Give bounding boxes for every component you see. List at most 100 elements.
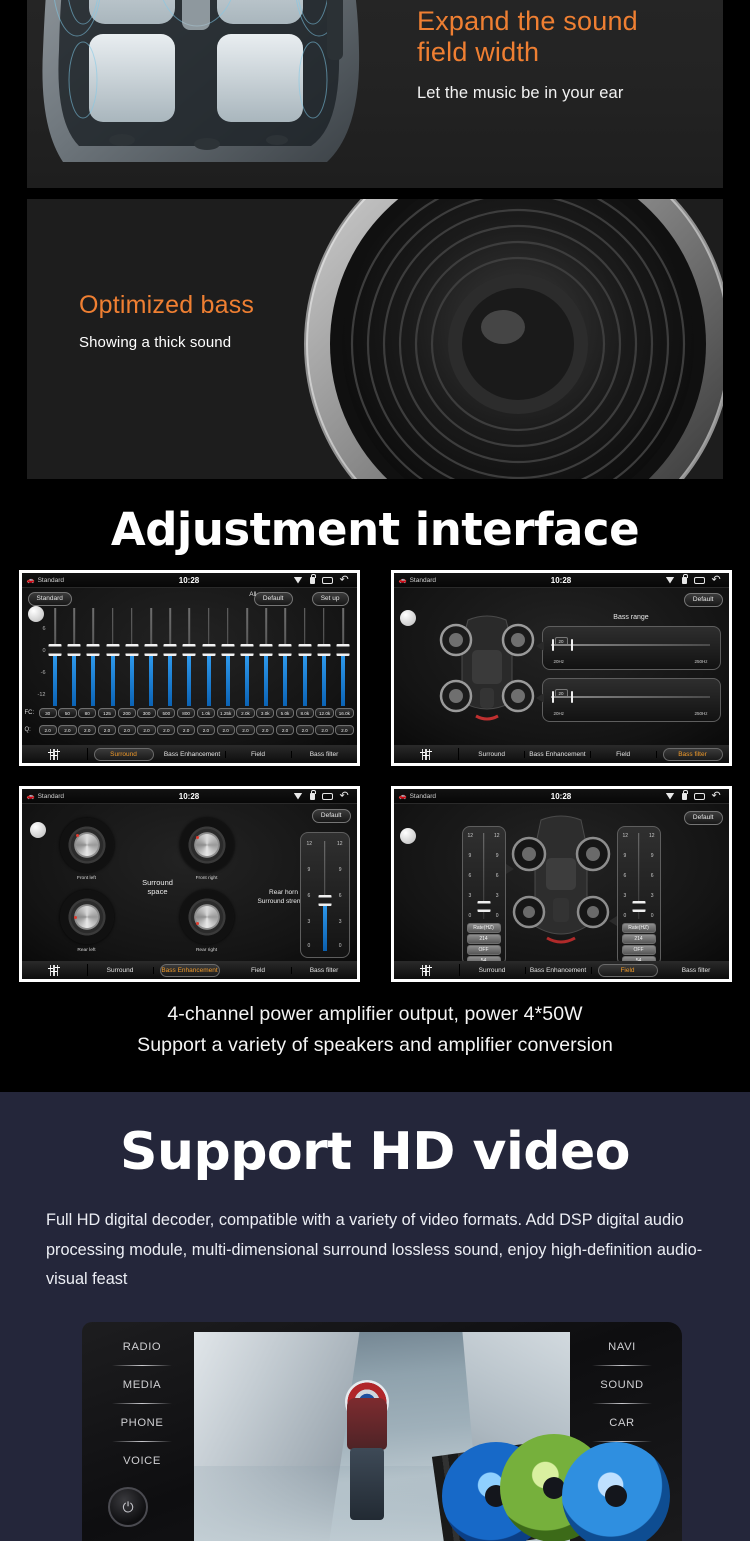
fc-value[interactable]: 125 [97,708,117,718]
q-value[interactable]: 2.0 [256,725,275,735]
button-sound[interactable]: SOUND [576,1366,668,1404]
fc-value[interactable]: 8.0k [295,708,314,718]
slider-handle-min[interactable] [551,639,554,651]
rotary-knob-indicator[interactable] [399,610,416,626]
tab-surround[interactable]: Surround [93,747,154,761]
slider-handle[interactable] [632,901,645,912]
fc-value[interactable]: 5.0k [275,708,295,718]
default-button[interactable]: Default [311,809,351,823]
fc-value-row[interactable]: 30 50 80 125 200 300 500 800 1.0k 1.25k … [38,708,354,718]
tab-equalizer[interactable] [394,748,460,760]
tab-equalizer[interactable] [394,964,460,976]
rotary-knob-indicator[interactable] [399,828,416,844]
fc-value[interactable]: 800 [176,708,196,718]
eq-band-slider[interactable] [314,608,333,706]
tab-bass-filter[interactable]: Bass filter [664,967,729,974]
q-value[interactable]: 2.0 [315,725,334,735]
filter-off-value[interactable]: OFF [621,945,656,955]
tab-surround[interactable]: Surround [460,966,526,974]
q-value[interactable]: 2.0 [137,725,156,735]
rate-value[interactable]: 214 [466,934,501,944]
rate-value[interactable]: 214 [621,934,656,944]
tab-field[interactable]: Field [591,750,657,758]
bottom-tab-bar[interactable]: Surround Bass Enhancement Field Bass fil… [21,745,357,763]
eq-band-slider[interactable] [84,608,103,706]
tab-bass-enhancement[interactable]: Bass Enhancement [525,750,591,758]
filter-off-value[interactable]: OFF [466,945,501,955]
button-navi[interactable]: NAVI [576,1328,668,1366]
setup-button[interactable]: Set up [311,592,349,606]
field-slider-left[interactable]: 12 12 9 9 6 6 3 3 0 0 Rate(HZ) 214 OFF [461,826,506,966]
bottom-tab-bar[interactable]: Surround Bass Enhancement Field Bass fil… [393,961,729,979]
fc-value[interactable]: 2.0k [236,708,255,718]
fc-value[interactable]: 200 [117,708,136,718]
bottom-tab-bar[interactable]: Surround Bass Enhancement Field Bass fil… [393,745,729,763]
q-value[interactable]: 2.0 [236,725,255,735]
fc-value[interactable]: 3.0k [256,708,275,718]
button-phone[interactable]: PHONE [96,1404,188,1442]
fc-value[interactable]: 300 [137,708,156,718]
back-arrow-icon[interactable]: ↶ [712,791,724,802]
fc-value[interactable]: 80 [78,708,97,718]
recent-apps-icon[interactable] [693,792,705,800]
eq-band-slider[interactable] [276,608,295,706]
q-value[interactable]: 2.0 [157,725,176,735]
rotary-knob-indicator[interactable] [29,822,46,838]
eq-band-slider[interactable] [65,608,84,706]
preset-standard-button[interactable]: Standard [27,592,72,606]
q-value-row[interactable]: 2.0 2.0 2.0 2.0 2.0 2.0 2.0 2.0 2.0 2.0 … [38,725,354,735]
q-value[interactable]: 2.0 [117,725,136,735]
knob-front-left[interactable] [59,818,114,872]
q-value[interactable]: 2.0 [58,725,77,735]
power-knob-button[interactable]: ⏻ [108,1487,148,1527]
slider-track[interactable] [550,696,710,698]
eq-band-slider[interactable] [161,608,180,706]
eq-band-slider[interactable] [141,608,160,706]
eq-band-slider[interactable] [257,608,276,706]
fc-value[interactable]: 12.0k [315,708,334,718]
eq-band-slider[interactable] [237,608,256,706]
tab-bass-filter[interactable]: Bass filter [292,967,357,974]
q-value[interactable]: 2.0 [275,725,295,735]
back-arrow-icon[interactable]: ↶ [340,791,352,802]
surround-strength-slider[interactable]: 12 12 9 9 6 6 3 3 0 0 [299,832,350,958]
tab-bass-filter[interactable]: Bass filter [292,751,357,758]
slider-handle-min[interactable] [551,691,554,703]
eq-band-slider[interactable] [199,608,218,706]
q-value[interactable]: 2.0 [176,725,196,735]
default-button[interactable]: Default [683,593,723,607]
field-slider-right[interactable]: 12 12 9 9 6 6 3 3 0 0 Rate(HZ) 214 OFF [616,826,661,966]
q-value[interactable]: 2.0 [196,725,216,735]
fc-value[interactable]: 16.0k [335,708,354,718]
slider-track[interactable] [550,644,710,646]
tab-bass-enhancement[interactable]: Bass Enhancement [159,963,220,977]
recent-apps-icon[interactable] [693,576,705,584]
tab-equalizer[interactable] [22,748,88,760]
knob-rear-left[interactable] [59,890,114,944]
button-radio[interactable]: RADIO [96,1328,188,1366]
fc-value[interactable]: 50 [58,708,77,718]
equalizer-band-sliders[interactable] [46,608,353,706]
eq-band-slider[interactable] [46,608,65,706]
fc-value[interactable]: 500 [157,708,176,718]
tab-surround[interactable]: Surround [459,750,525,758]
fc-value[interactable]: 30 [38,708,57,718]
q-value[interactable]: 2.0 [97,725,117,735]
tab-equalizer[interactable] [22,964,88,976]
tab-surround[interactable]: Surround [88,966,154,974]
q-value[interactable]: 2.0 [216,725,235,735]
button-voice[interactable]: VOICE [96,1442,188,1480]
tab-field[interactable]: Field [597,963,658,977]
slider-handle[interactable] [570,691,573,703]
tab-field[interactable]: Field [226,966,292,974]
tab-bass-enhancement[interactable]: Bass Enhancement [526,966,592,974]
eq-band-slider[interactable] [180,608,199,706]
bass-range-slider-1[interactable]: 20 20Hz 250Hz [535,626,721,670]
tab-bass-enhancement[interactable]: Bass Enhancement [160,750,226,758]
bass-range-slider-2[interactable]: 20 20Hz 250Hz [535,678,721,722]
default-button[interactable]: Default [683,811,723,825]
q-value[interactable]: 2.0 [295,725,314,735]
recent-apps-icon[interactable] [321,576,333,584]
fc-value[interactable]: 1.25k [216,708,235,718]
eq-band-slider[interactable] [333,608,352,706]
